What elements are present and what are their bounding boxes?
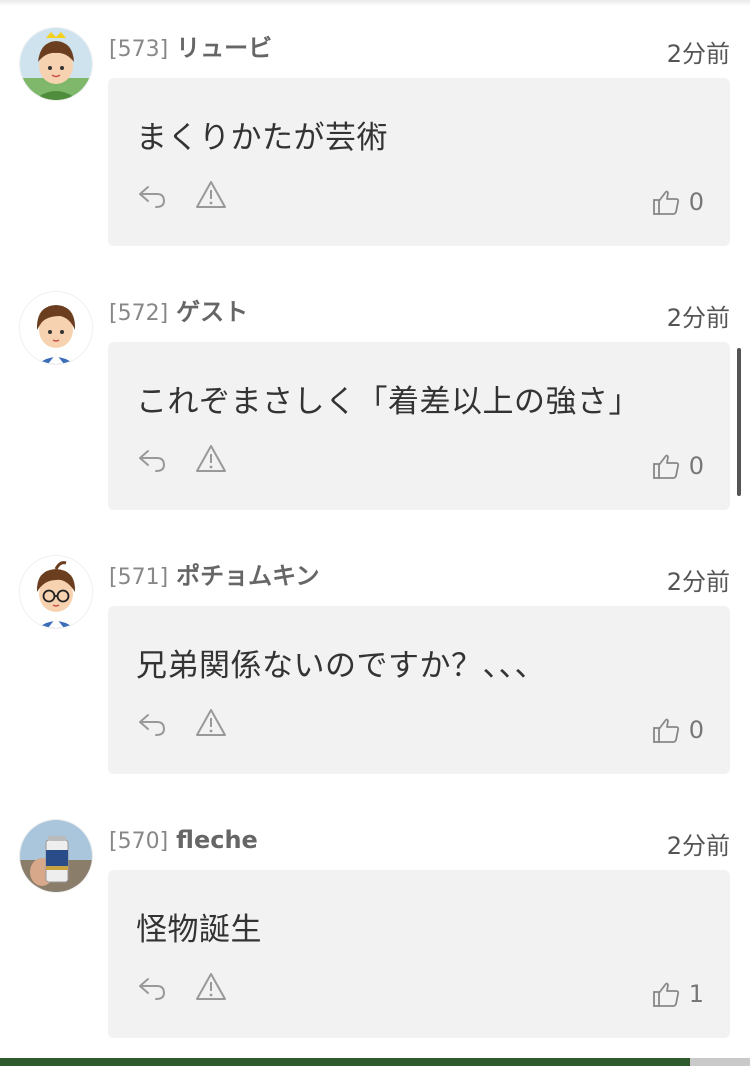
like-button[interactable]: 0 [651,184,704,220]
bottom-banner-strip [0,1058,690,1066]
reply-icon[interactable] [135,178,169,212]
comment-meta: [572] ゲスト [109,294,248,330]
warning-triangle-icon[interactable] [194,970,228,1004]
reply-icon[interactable] [135,442,169,476]
comment-card: 兄弟関係ないのですか？、、、 0 [108,606,730,774]
like-button[interactable]: 1 [651,976,704,1012]
thumbs-up-icon [651,187,681,217]
comment-item: [570] fleche 2分前 怪物誕生 1 [0,820,750,1070]
comment-time: 2分前 [666,832,730,860]
thumbs-up-icon [651,979,681,1009]
comment-number: [572] [109,301,169,326]
comment-text: 兄弟関係ないのですか？、、、 [136,648,546,684]
like-count: 1 [688,980,704,1008]
comment-text: 怪物誕生 [136,912,262,948]
avatar-boy-default-icon[interactable] [20,292,92,364]
comment-item: [573] リュービ 2分前 まくりかたが芸術 0 [0,28,750,278]
comment-time: 2分前 [666,568,730,596]
comment-number: [570] [109,829,169,854]
comment-item: [572] ゲスト 2分前 これぞまさしく「着差以上の強さ」 0 [0,292,750,542]
avatar-boy-glasses-icon[interactable] [20,556,92,628]
comment-meta: [570] fleche [109,822,258,858]
reply-icon[interactable] [135,970,169,1004]
warning-triangle-icon[interactable] [194,442,228,476]
comment-username[interactable]: ゲスト [176,298,248,326]
comment-username[interactable]: リュービ [176,34,272,62]
comment-time: 2分前 [666,40,730,68]
warning-triangle-icon[interactable] [194,178,228,212]
scrollbar[interactable] [737,348,741,496]
comment-item: [571] ポチョムキン 2分前 兄弟関係ないのですか？、、、 0 [0,556,750,806]
comment-text: これぞまさしく「着差以上の強さ」 [136,384,640,420]
like-count: 0 [688,716,704,744]
like-button[interactable]: 0 [651,448,704,484]
comment-username[interactable]: ポチョムキン [176,562,319,590]
comment-card: まくりかたが芸術 0 [108,78,730,246]
bottom-banner-edge [690,1058,750,1066]
thumbs-up-icon [651,715,681,745]
comment-number: [571] [109,565,169,590]
comment-number: [573] [109,37,169,62]
comment-card: これぞまさしく「着差以上の強さ」 0 [108,342,730,510]
thumbs-up-icon [651,451,681,481]
comment-text: まくりかたが芸術 [136,120,388,156]
like-count: 0 [688,188,704,216]
comment-card: 怪物誕生 1 [108,870,730,1038]
avatar-boy-yellow-hat-icon[interactable] [20,28,92,100]
like-count: 0 [688,452,704,480]
like-button[interactable]: 0 [651,712,704,748]
avatar-photo-beer-can-icon[interactable] [20,820,92,892]
reply-icon[interactable] [135,706,169,740]
top-shadow [0,0,750,6]
warning-triangle-icon[interactable] [194,706,228,740]
comment-meta: [573] リュービ [109,30,272,66]
comment-time: 2分前 [666,304,730,332]
comment-meta: [571] ポチョムキン [109,558,319,594]
comment-username[interactable]: fleche [176,826,258,854]
